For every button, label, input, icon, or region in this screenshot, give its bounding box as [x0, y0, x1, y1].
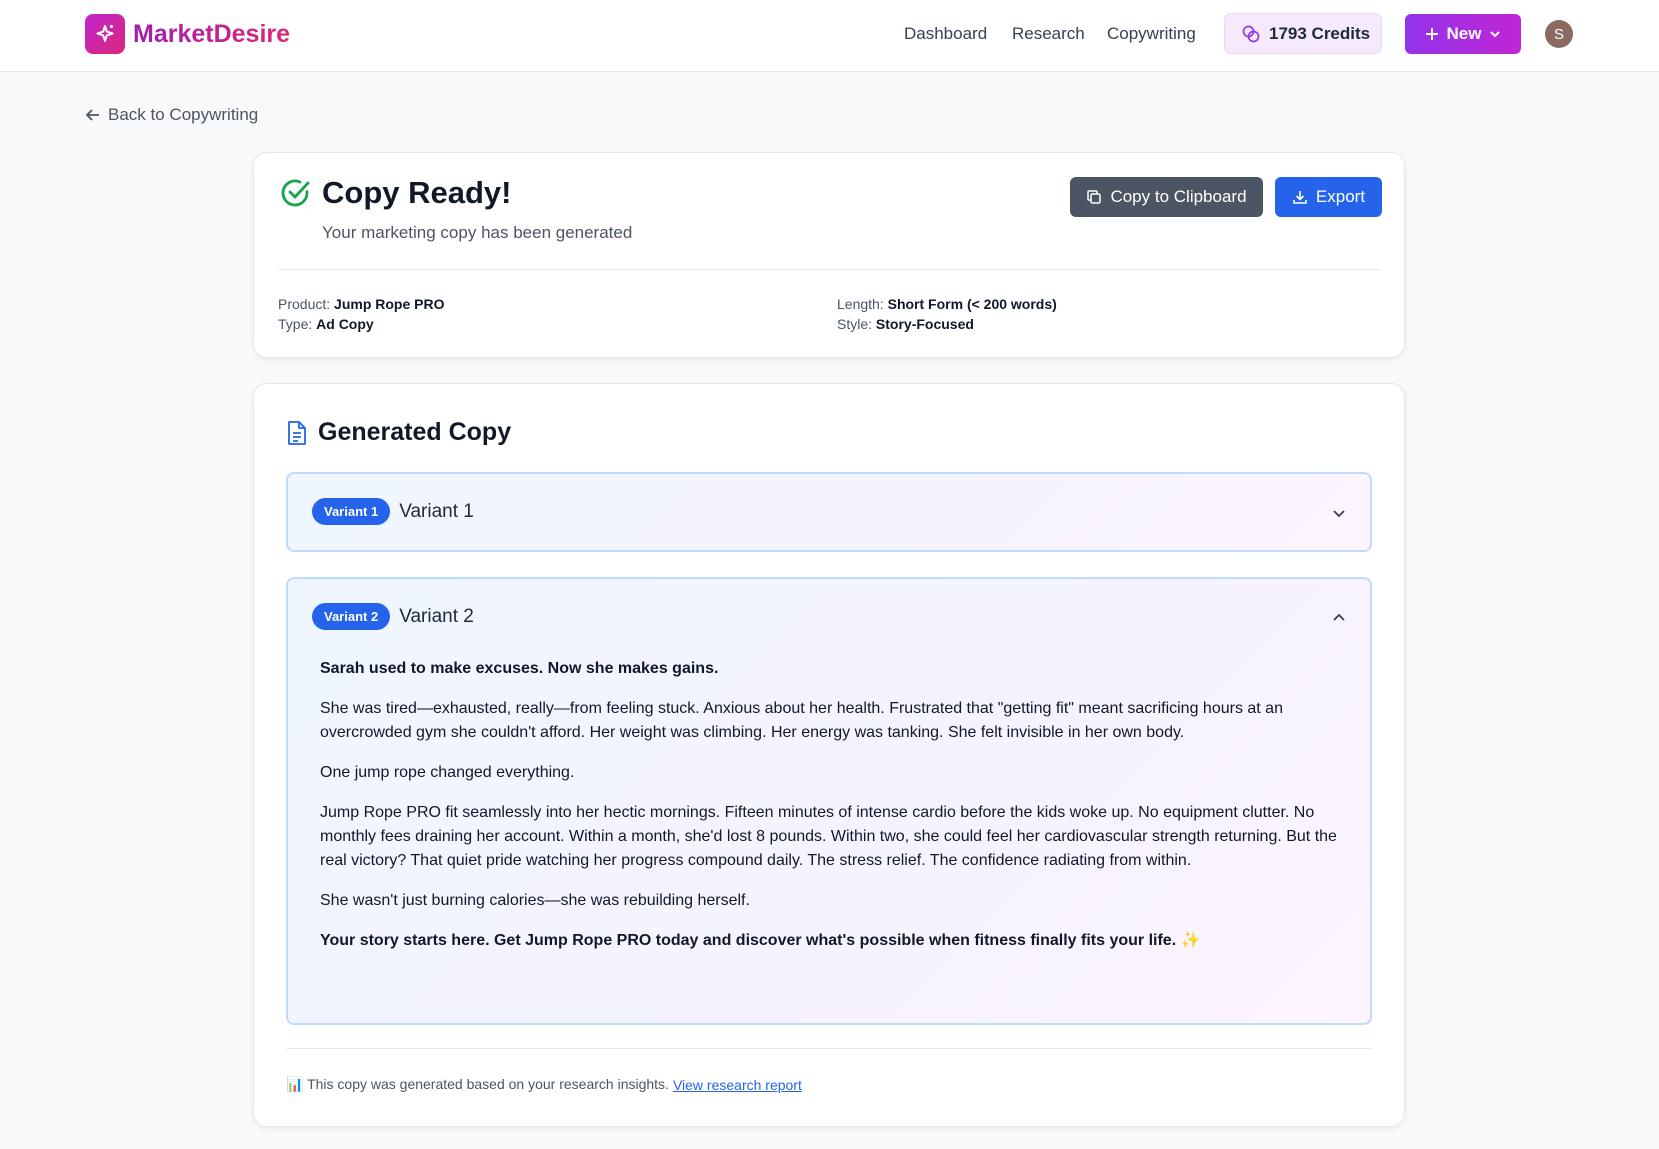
- top-navbar: MarketDesire Dashboard Research Copywrit…: [0, 0, 1659, 72]
- new-button-label: New: [1446, 24, 1482, 43]
- summary-divider: [278, 269, 1380, 270]
- brand-name: MarketDesire: [133, 19, 291, 48]
- copy-paragraph: Sarah used to make excuses. Now she make…: [320, 660, 719, 677]
- copy-button-label: Copy to Clipboard: [1110, 187, 1247, 206]
- arrow-left-icon: [86, 109, 99, 121]
- generated-copy-card: Generated Copy Variant 1 Variant 1 Varia…: [253, 383, 1405, 1127]
- document-icon: [288, 420, 306, 445]
- variant-2-header: Variant 2 Variant 2: [312, 603, 474, 630]
- meta-product-label: Product:: [278, 296, 331, 312]
- meta-length: Length: Short Form (< 200 words): [837, 296, 1057, 312]
- sparkles-icon: [85, 14, 125, 54]
- copy-to-clipboard-button[interactable]: Copy to Clipboard: [1070, 177, 1263, 217]
- meta-length-value: Short Form (< 200 words): [887, 296, 1057, 312]
- brand[interactable]: MarketDesire: [85, 14, 290, 54]
- new-button[interactable]: New: [1405, 14, 1521, 54]
- view-research-report-link[interactable]: View research report: [673, 1077, 802, 1093]
- chevron-down-icon[interactable]: [1332, 506, 1346, 520]
- copy-paragraph-cta: Your story starts here. Get Jump Rope PR…: [320, 932, 1201, 949]
- generated-copy-title: Generated Copy: [318, 418, 512, 446]
- variant-1-header: Variant 1 Variant 1: [312, 498, 474, 525]
- variant-1-badge: Variant 1: [312, 498, 391, 525]
- meta-length-label: Length:: [837, 296, 884, 312]
- nav-dashboard[interactable]: Dashboard: [904, 24, 987, 44]
- research-note: 📊 This copy was generated based on your …: [286, 1076, 802, 1093]
- copy-paragraph: Jump Rope PRO fit seamlessly into her he…: [320, 804, 1337, 869]
- variant-1-name: Variant 1: [399, 500, 474, 522]
- research-note-text: 📊 This copy was generated based on your …: [286, 1076, 669, 1092]
- variant-2-copy: Sarah used to make excuses. Now she make…: [320, 657, 1350, 969]
- check-circle-icon: [281, 179, 310, 207]
- meta-style-label: Style:: [837, 316, 873, 332]
- footer-divider: [286, 1048, 1372, 1049]
- back-to-copywriting-link[interactable]: Back to Copywriting: [86, 105, 258, 125]
- variant-2-name: Variant 2: [399, 605, 474, 627]
- copy-icon: [1087, 190, 1102, 204]
- meta-type-label: Type:: [278, 316, 313, 332]
- export-button[interactable]: Export: [1275, 177, 1382, 217]
- chevron-down-icon: [1490, 31, 1501, 38]
- nav-research[interactable]: Research: [1012, 24, 1085, 44]
- meta-style-value: Story-Focused: [875, 316, 974, 332]
- avatar[interactable]: S: [1545, 20, 1573, 48]
- page-title: Copy Ready!: [322, 175, 512, 210]
- variant-2-badge: Variant 2: [312, 603, 391, 630]
- copy-ready-card: Copy Ready! Your marketing copy has been…: [253, 152, 1405, 358]
- nav-copywriting[interactable]: Copywriting: [1107, 24, 1196, 44]
- export-button-label: Export: [1315, 187, 1366, 206]
- meta-type-value: Ad Copy: [316, 316, 374, 332]
- credits-label: 1793 Credits: [1269, 23, 1371, 43]
- generated-copy-heading: Generated Copy: [286, 418, 511, 447]
- meta-style: Style: Story-Focused: [837, 316, 974, 332]
- copy-paragraph: She wasn't just burning calories—she was…: [320, 892, 750, 909]
- credits-badge[interactable]: 1793 Credits: [1224, 13, 1382, 54]
- plus-icon: [1425, 28, 1438, 40]
- copy-paragraph: She was tired—exhausted, really—from fee…: [320, 700, 1283, 741]
- copy-paragraph: One jump rope changed everything.: [320, 764, 575, 781]
- variant-2-panel[interactable]: Variant 2 Variant 2 Sarah used to make e…: [286, 577, 1372, 1025]
- meta-product: Product: Jump Rope PRO: [278, 296, 445, 312]
- meta-type: Type: Ad Copy: [278, 316, 374, 332]
- download-icon: [1293, 191, 1307, 204]
- meta-product-value: Jump Rope PRO: [334, 296, 445, 312]
- variant-1-panel[interactable]: Variant 1 Variant 1: [286, 472, 1372, 552]
- coins-icon: [1242, 25, 1260, 42]
- page-subtitle: Your marketing copy has been generated: [322, 223, 633, 242]
- chevron-up-icon[interactable]: [1332, 611, 1346, 625]
- back-link-label: Back to Copywriting: [108, 105, 259, 124]
